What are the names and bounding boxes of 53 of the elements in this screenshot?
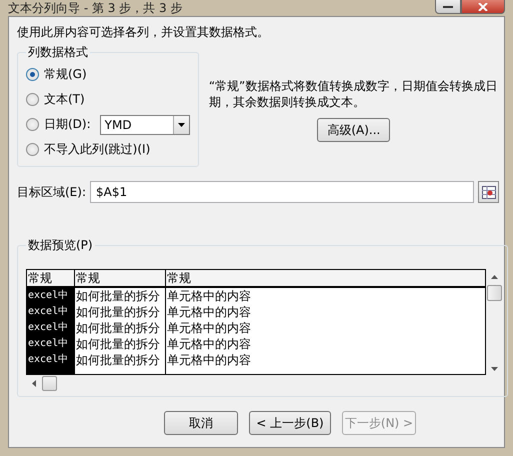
instruction-text: 使用此屏内容可选择各列，并设置其数据格式。	[17, 24, 270, 40]
minimize-button[interactable]	[435, 0, 461, 14]
scroll-thumb[interactable]	[487, 285, 502, 301]
dialog-button[interactable]: < 上一步(B)	[249, 411, 331, 435]
column-header[interactable]: 常规	[165, 270, 485, 286]
radio-button[interactable]	[26, 93, 39, 106]
scroll-left-icon	[32, 380, 36, 387]
radio-button[interactable]	[26, 143, 39, 156]
destination-label: 目标区域(E):	[17, 184, 86, 200]
table-cell-text: excel中	[27, 304, 70, 319]
table-cell-text: 单元格中的内容	[166, 320, 252, 336]
destination-field[interactable]: $A$1	[90, 181, 474, 203]
table-cell-text: 单元格中的内容	[166, 352, 252, 368]
scroll-thumb[interactable]	[42, 376, 57, 391]
radio-label[interactable]: 常规(G)	[44, 66, 87, 83]
table-cell-text: excel中	[27, 352, 70, 367]
table-cell-text: excel中	[27, 336, 70, 351]
table-cell-text: 如何批量的拆分	[75, 336, 161, 352]
table-cell-text: 单元格中的内容	[166, 288, 252, 304]
minimize-icon	[443, 4, 453, 8]
table-cell-text: 单元格中的内容	[166, 336, 252, 352]
close-icon	[478, 2, 488, 10]
table-cell-text: 如何批量的拆分	[75, 304, 161, 320]
table-cell-text: excel中	[27, 288, 70, 303]
table-cell-text: 单元格中的内容	[166, 304, 252, 320]
grid-icon	[482, 186, 496, 198]
radio-label[interactable]: 不导入此列(跳过)(I)	[44, 141, 150, 158]
date-format-dropdown[interactable]: YMD	[100, 114, 190, 134]
dialog-button[interactable]: 取消	[164, 411, 238, 435]
preview-column[interactable]: excel中 excel中 excel中 excel中 excel中	[27, 288, 74, 374]
table-cell-text: 如何批量的拆分	[75, 320, 161, 336]
table-cell-text: 如何批量的拆分	[75, 288, 161, 304]
scroll-up-icon	[491, 275, 498, 279]
table-cell-text: 如何批量的拆分	[75, 352, 161, 368]
window-title: 文本分列向导 - 第 3 步，共 3 步	[8, 1, 182, 15]
radio-label[interactable]: 文本(T)	[44, 91, 85, 108]
table-cell-text: excel中	[27, 320, 70, 335]
radio-label[interactable]: 日期(D):	[44, 116, 91, 133]
preview-column[interactable]: 如何批量的拆分 如何批量的拆分 如何批量的拆分 如何批量的拆分 如何批量的拆分	[74, 288, 165, 374]
scroll-down-icon	[491, 367, 498, 371]
group-label: 列数据格式	[27, 44, 89, 60]
preview-column[interactable]: 单元格中的内容 单元格中的内容 单元格中的内容 单元格中的内容 单元格中的内容	[165, 288, 485, 374]
column-header[interactable]: 常规	[27, 270, 74, 286]
preview-table[interactable]: 常规 常规 常规 excel中 excel中 excel中 excel中 excel中 如何批量的拆分 如何批量的拆分 如何批量的拆分 如何批量的拆分 如何批量的拆分 单元格中的内容 单元格中的内容 单元格中的内容 单元格中的内容 单元格中的内容	[26, 269, 486, 375]
dropdown-arrow-icon	[178, 122, 185, 126]
group-label: 数据预览(P)	[27, 237, 94, 253]
radio-button[interactable]	[26, 118, 39, 131]
column-header[interactable]: 常规	[74, 270, 165, 286]
close-button[interactable]	[461, 0, 505, 14]
description-text: “常规”数据格式将数值转换成数字，日期值会转换成日期，其余数据则转换成文本。	[208, 78, 498, 110]
radio-button[interactable]	[26, 68, 39, 81]
advanced-button[interactable]: 高级(A)...	[317, 118, 390, 142]
range-select-button[interactable]	[478, 181, 499, 203]
